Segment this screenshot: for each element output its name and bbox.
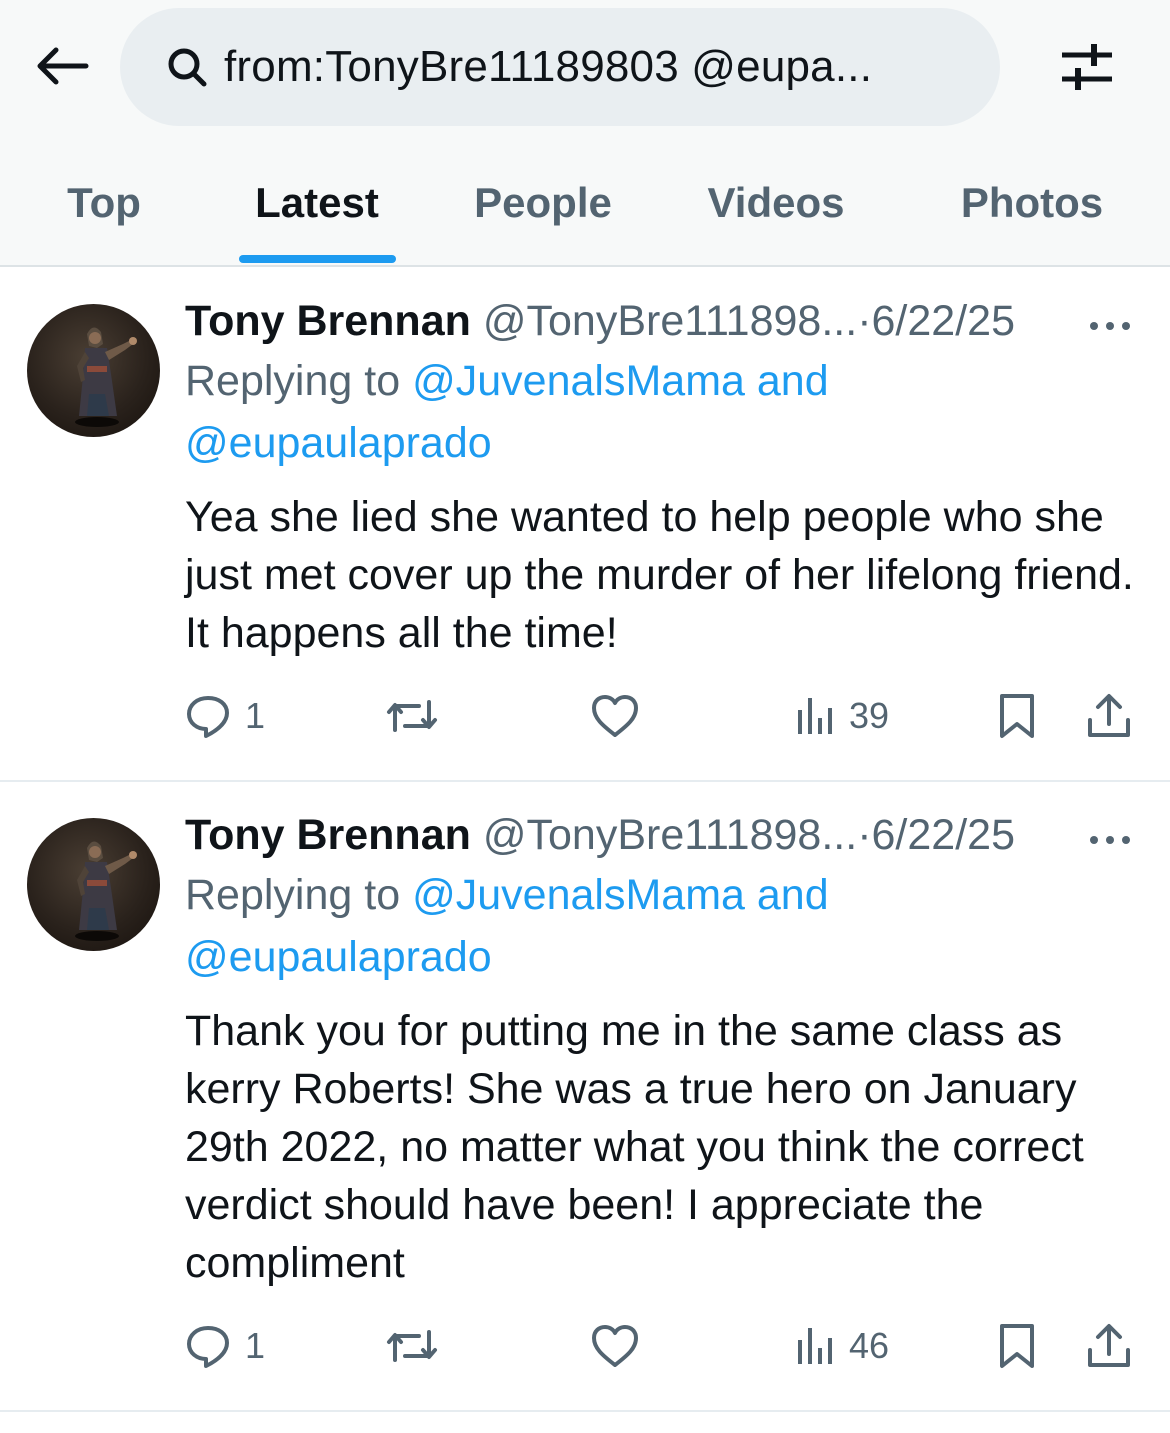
replying-to-line: Replying to @JuvenalsMama and @eupaulapr…: [185, 350, 1145, 474]
mention-link[interactable]: @JuvenalsMama: [412, 871, 745, 919]
tab-latest[interactable]: Latest: [232, 140, 402, 265]
author-name[interactable]: Tony Brennan: [185, 811, 471, 859]
tweet-actions: 1: [185, 1316, 1145, 1376]
views-icon: [795, 694, 835, 738]
like-icon: [590, 693, 640, 739]
tweet-actions: 1: [185, 686, 1145, 746]
mention-link[interactable]: @JuvenalsMama: [412, 357, 745, 405]
tweet-date[interactable]: 6/22/25: [872, 811, 1015, 859]
avatar-figure-image: [75, 841, 137, 941]
like-icon: [590, 1323, 640, 1369]
reply-button[interactable]: 1: [185, 686, 265, 746]
separator-dot: ·: [857, 297, 872, 345]
like-button[interactable]: [590, 686, 640, 746]
avatar[interactable]: [27, 304, 160, 437]
author-name[interactable]: Tony Brennan: [185, 297, 471, 345]
tweet-item[interactable]: Tony Brennan @TonyBre111898...·6/22/25 R…: [0, 782, 1170, 1410]
like-button[interactable]: [590, 1316, 640, 1376]
tab-label: Top: [67, 178, 141, 226]
tweet-date[interactable]: 6/22/25: [872, 297, 1015, 345]
search-filter-button[interactable]: [1052, 34, 1122, 104]
tweet-text: Yea she lied she wanted to help people w…: [185, 493, 1134, 657]
more-dots-icon: [1088, 289, 1132, 347]
repost-icon: [385, 694, 439, 738]
bookmark-icon: [997, 692, 1037, 740]
filter-sliders-icon: [1058, 39, 1116, 100]
more-options-button[interactable]: [1085, 298, 1135, 338]
more-dots-icon: [1088, 803, 1132, 861]
tab-label: Videos: [707, 178, 845, 226]
reply-icon: [185, 1323, 231, 1369]
repost-button[interactable]: [385, 686, 439, 746]
share-button[interactable]: [1085, 1316, 1133, 1376]
more-options-button[interactable]: [1085, 812, 1135, 852]
back-arrow-icon: [34, 46, 90, 91]
author-handle[interactable]: @TonyBre111898...: [483, 811, 857, 859]
search-icon: [164, 44, 210, 90]
reply-count: 1: [245, 695, 266, 736]
separator-dot: ·: [857, 811, 872, 859]
tweet-divider: [0, 1410, 1170, 1412]
bookmark-icon: [997, 1322, 1037, 1370]
tweet-text: Thank you for putting me in the same cla…: [185, 1007, 1084, 1287]
tweet-item[interactable]: Tony Brennan @TonyBre111898...·6/22/25 R…: [0, 268, 1170, 780]
tab-people[interactable]: People: [455, 140, 631, 265]
views-count: 39: [849, 695, 890, 736]
replying-and-link[interactable]: and: [757, 871, 829, 919]
replying-to-label: Replying to: [185, 357, 401, 405]
search-header: from:TonyBre11189803 @eupa... Top Latest…: [0, 0, 1170, 265]
tab-label: Photos: [960, 178, 1104, 226]
repost-button[interactable]: [385, 1316, 439, 1376]
reply-icon: [185, 693, 231, 739]
header-divider: [0, 265, 1170, 267]
author-handle[interactable]: @TonyBre111898...: [483, 297, 857, 345]
avatar[interactable]: [27, 818, 160, 951]
repost-icon: [385, 1324, 439, 1368]
replying-to-line: Replying to @JuvenalsMama and @eupaulapr…: [185, 864, 1145, 988]
tab-label: Latest: [255, 178, 379, 226]
back-button[interactable]: [24, 30, 100, 106]
search-tabs: Top Latest People Videos Photos: [0, 140, 1170, 265]
search-query-text: from:TonyBre11189803 @eupa...: [224, 42, 873, 91]
reply-button[interactable]: 1: [185, 1316, 265, 1376]
reply-count: 1: [245, 1325, 266, 1366]
tab-photos[interactable]: Photos: [940, 140, 1124, 265]
tweet-body: Tony Brennan @TonyBre111898...·6/22/25 R…: [185, 806, 1145, 1292]
views-button[interactable]: 46: [795, 1316, 889, 1376]
search-input[interactable]: from:TonyBre11189803 @eupa...: [120, 8, 1000, 126]
replying-to-label: Replying to: [185, 871, 401, 919]
tweet-meta: Tony Brennan @TonyBre111898...·6/22/25: [185, 806, 1145, 864]
active-tab-indicator: [239, 255, 396, 263]
share-button[interactable]: [1085, 686, 1133, 746]
replying-and-link[interactable]: and: [757, 357, 829, 405]
views-button[interactable]: 39: [795, 686, 889, 746]
tweet-body: Tony Brennan @TonyBre111898...·6/22/25 R…: [185, 292, 1145, 662]
tab-label: People: [474, 178, 612, 226]
avatar-figure-image: [75, 327, 137, 427]
tab-videos[interactable]: Videos: [690, 140, 862, 265]
tab-top[interactable]: Top: [40, 140, 168, 265]
views-icon: [795, 1324, 835, 1368]
mention-link[interactable]: @eupaulaprado: [185, 419, 492, 467]
share-icon: [1085, 1322, 1133, 1370]
mention-link[interactable]: @eupaulaprado: [185, 933, 492, 981]
bookmark-button[interactable]: [997, 686, 1037, 746]
views-count: 46: [849, 1325, 890, 1366]
share-icon: [1085, 692, 1133, 740]
bookmark-button[interactable]: [997, 1316, 1037, 1376]
tweet-meta: Tony Brennan @TonyBre111898...·6/22/25: [185, 292, 1145, 350]
